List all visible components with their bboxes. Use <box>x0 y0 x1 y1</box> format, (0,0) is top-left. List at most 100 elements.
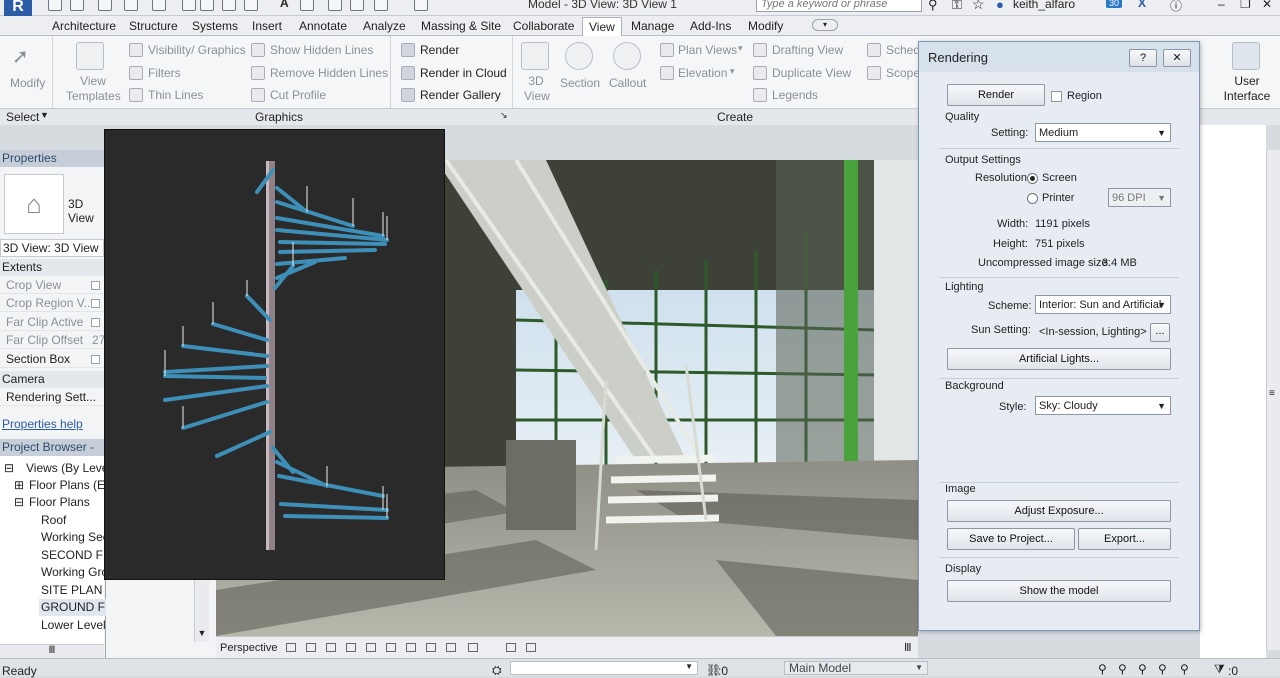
schedules-button[interactable]: Sched <box>886 43 920 57</box>
drafting-view-button[interactable]: Drafting View <box>772 43 843 57</box>
select-underlay-icon[interactable]: ⚲ <box>1118 662 1127 676</box>
text-icon[interactable]: A <box>280 0 289 10</box>
browser-hscroll[interactable]: Ⅲ <box>0 644 104 658</box>
callout-button[interactable]: Callout <box>609 76 646 90</box>
tree-expander-icon[interactable]: ⊞ <box>14 477 24 494</box>
3d-view-button[interactable]: 3D View <box>524 74 550 104</box>
render-button[interactable]: Render <box>420 43 459 57</box>
view-templates-icon[interactable] <box>76 42 104 70</box>
lighting-scheme-select[interactable]: Interior: Sun and Artificial ▼ <box>1035 295 1171 314</box>
render-button[interactable]: Render <box>947 84 1045 106</box>
close-views-icon[interactable] <box>374 0 388 11</box>
elevation-dropdown-icon[interactable]: ▾ <box>730 66 735 77</box>
callout-icon[interactable] <box>613 42 641 70</box>
rendering-settings-row[interactable]: Rendering Sett... <box>0 388 106 406</box>
3d-view-icon[interactable] <box>300 0 314 11</box>
background-style-select[interactable]: Sky: Cloudy ▼ <box>1035 396 1171 415</box>
tree-item[interactable]: Floor Plans <box>29 494 90 511</box>
tab-architecture[interactable]: Architecture <box>52 19 116 33</box>
restore-icon[interactable]: ❐ <box>1240 0 1251 11</box>
switch-windows-icon[interactable] <box>414 0 428 11</box>
printer-radio[interactable] <box>1027 193 1038 204</box>
print-icon[interactable] <box>182 0 196 11</box>
dimension-icon[interactable] <box>222 0 236 11</box>
schedules-icon[interactable] <box>867 43 881 57</box>
redo-icon[interactable] <box>152 0 166 11</box>
quality-setting-select[interactable]: Medium ▼ <box>1035 123 1171 142</box>
measure-icon[interactable] <box>200 0 214 11</box>
tab-view[interactable]: View <box>582 17 622 37</box>
user-interface-button[interactable]: User Interface <box>1222 74 1272 104</box>
close-button[interactable]: ✕ <box>1163 49 1191 67</box>
dpi-select[interactable]: 96 DPI ▼ <box>1108 188 1171 207</box>
render-gallery-icon[interactable] <box>401 88 415 102</box>
tree-item[interactable]: Lower Level <box>41 617 106 634</box>
highlight-displacement-icon[interactable] <box>506 643 516 652</box>
sun-path-icon[interactable] <box>346 643 356 652</box>
filters-button[interactable]: Filters <box>148 66 181 80</box>
show-hidden-lines-button[interactable]: Show Hidden Lines <box>270 43 373 57</box>
analytical-model-icon[interactable] <box>468 643 478 652</box>
graphics-launcher-icon[interactable]: ↘ <box>500 110 508 121</box>
elevation-button[interactable]: Elevation <box>678 66 727 80</box>
export-button[interactable]: Export... <box>1078 528 1171 550</box>
select-by-face-icon[interactable]: ⚲ <box>1158 662 1167 676</box>
reveal-constraints-icon[interactable] <box>526 643 536 652</box>
far-clip-checkbox[interactable] <box>91 318 100 327</box>
ribbon-toggle-icon[interactable]: ▾ <box>812 19 838 31</box>
tree-item[interactable]: SITE PLAN <box>41 582 102 599</box>
tab-collaborate[interactable]: Collaborate <box>513 19 574 33</box>
camera-group[interactable]: Camera <box>0 371 106 388</box>
design-option-select[interactable]: Main Model ▼ <box>784 661 928 675</box>
show-model-button[interactable]: Show the model <box>947 580 1171 602</box>
elevation-icon[interactable] <box>660 66 674 80</box>
tab-insert[interactable]: Insert <box>252 19 282 33</box>
modify-cursor-icon[interactable]: ➚ <box>12 44 29 69</box>
select-dropdown-icon[interactable]: ▼ <box>40 110 49 120</box>
sync-icon[interactable] <box>98 0 112 11</box>
tab-analyze[interactable]: Analyze <box>363 19 406 33</box>
tree-item[interactable]: Working Sec <box>41 529 109 546</box>
far-clip-offset-row[interactable]: Far Clip Offset <box>0 331 106 349</box>
render-teapot-icon[interactable] <box>401 43 415 57</box>
screen-radio[interactable] <box>1027 173 1038 184</box>
visual-style-icon[interactable] <box>326 643 336 652</box>
visibility-graphics-icon[interactable] <box>129 43 143 57</box>
view-templates-label[interactable]: View Templates <box>66 74 121 104</box>
instance-selector[interactable]: 3D View: 3D View 1 <box>0 239 104 271</box>
save-to-project-button[interactable]: Save to Project... <box>947 528 1075 550</box>
section-icon[interactable] <box>565 42 593 70</box>
tab-annotate[interactable]: Annotate <box>299 19 347 33</box>
tree-expander-icon[interactable]: ⊟ <box>4 460 14 477</box>
exchange-icon[interactable]: X <box>1138 0 1146 10</box>
section-button[interactable]: Section <box>560 76 600 90</box>
undo-icon[interactable] <box>124 0 138 11</box>
save-icon[interactable] <box>70 0 84 11</box>
close-icon[interactable]: ✕ <box>1262 0 1272 11</box>
select-pinned-icon[interactable]: ⚲ <box>1138 662 1147 676</box>
notification-badge[interactable]: 30 <box>1106 0 1123 8</box>
cut-profile-button[interactable]: Cut Profile <box>270 88 326 102</box>
sun-setting-button[interactable]: ... <box>1150 323 1170 342</box>
cut-profile-icon[interactable] <box>251 88 265 102</box>
crop-region-checkbox[interactable] <box>91 299 100 308</box>
tab-manage[interactable]: Manage <box>631 19 674 33</box>
render-gallery-button[interactable]: Render Gallery <box>420 88 501 102</box>
properties-help-link[interactable]: Properties help <box>2 417 83 431</box>
scale-icon[interactable] <box>286 643 296 652</box>
remove-hidden-icon[interactable] <box>251 66 265 80</box>
temporary-hide-icon[interactable] <box>426 643 436 652</box>
subscription-icon[interactable]: ⚿ <box>952 0 962 13</box>
adjust-exposure-button[interactable]: Adjust Exposure... <box>947 500 1171 522</box>
reveal-hidden-icon[interactable] <box>446 643 456 652</box>
3d-view-icon[interactable] <box>521 42 549 70</box>
user-name[interactable]: keith_alfaro <box>1013 0 1075 11</box>
scope-box-button[interactable]: Scope <box>886 66 920 80</box>
active-workset-select[interactable]: ▼ <box>510 661 698 675</box>
tree-item[interactable]: Working Gro <box>41 564 108 581</box>
tree-item[interactable]: Views (By Level) <box>26 460 115 477</box>
modify-label[interactable]: Modify <box>10 76 45 90</box>
duplicate-view-icon[interactable] <box>753 66 767 80</box>
remove-hidden-lines-button[interactable]: Remove Hidden Lines <box>270 66 388 80</box>
section-icon[interactable] <box>328 0 342 11</box>
